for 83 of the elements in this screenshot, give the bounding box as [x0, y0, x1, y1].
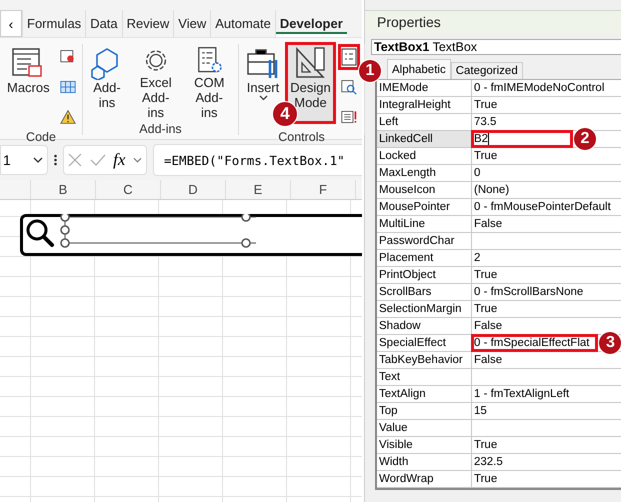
property-value[interactable]: False: [472, 318, 502, 334]
property-name[interactable]: Top: [377, 403, 472, 419]
name-box[interactable]: 1: [0, 145, 48, 175]
group-label: Code: [25, 130, 57, 144]
dialog-alert-icon: [341, 108, 357, 126]
ribbon-button[interactable]: Add-ins: [87, 44, 127, 122]
property-name[interactable]: Visible: [377, 437, 472, 453]
property-name[interactable]: ScrollBars: [377, 284, 472, 300]
property-value[interactable]: True: [472, 437, 498, 453]
property-value[interactable]: True: [472, 267, 498, 283]
property-value[interactable]: B2: [472, 131, 572, 147]
property-value[interactable]: 2: [472, 250, 480, 266]
chevron-icon: [33, 157, 43, 163]
property-name[interactable]: Left: [377, 114, 472, 130]
property-value[interactable]: True: [472, 97, 498, 113]
group-label: Controls: [277, 130, 326, 144]
column-header[interactable]: D: [161, 180, 226, 199]
property-name[interactable]: PrintObject: [377, 267, 472, 283]
column-header[interactable]: F: [291, 180, 356, 199]
caret-icon: [258, 95, 268, 101]
property-name[interactable]: Text: [377, 369, 472, 385]
property-name[interactable]: SelectionMargin: [377, 301, 472, 317]
insert-function-button[interactable]: fx: [113, 150, 126, 170]
ribbon-button[interactable]: Macros: [4, 44, 53, 122]
property-value[interactable]: 0 - fmScrollBarsNone: [472, 284, 584, 300]
property-value[interactable]: False: [472, 216, 502, 232]
properties-icon: [341, 48, 357, 66]
property-name[interactable]: Value: [377, 420, 472, 436]
property-name[interactable]: Shadow: [377, 318, 472, 334]
textbox-control[interactable]: [20, 214, 362, 256]
more-icon: [54, 154, 57, 166]
properties-tab[interactable]: Alphabetic: [387, 59, 451, 79]
property-value[interactable]: 0 - fmSpecialEffectFlat: [472, 335, 598, 351]
column-header[interactable]: C: [96, 180, 161, 199]
property-name[interactable]: MouseIcon: [377, 182, 472, 198]
property-value[interactable]: 0 - fmMousePointerDefault: [472, 199, 611, 215]
property-value[interactable]: True: [472, 148, 498, 164]
property-value[interactable]: 1 - fmTextAlignLeft: [472, 386, 570, 402]
warning-icon: [60, 108, 76, 126]
property-name[interactable]: TabKeyBehavior: [377, 352, 472, 368]
property-value[interactable]: True: [472, 471, 498, 487]
property-name[interactable]: Placement: [377, 250, 472, 266]
property-value[interactable]: 0 - fmIMEModeNoControl: [472, 80, 604, 96]
property-value[interactable]: 0: [472, 165, 480, 181]
property-name[interactable]: WordWrap: [377, 471, 472, 487]
property-name[interactable]: Locked: [377, 148, 472, 164]
property-name[interactable]: IntegralHeight: [377, 97, 472, 113]
object-selector[interactable]: TextBox1 TextBox: [371, 39, 621, 55]
column-header[interactable]: B: [31, 180, 96, 199]
property-name[interactable]: IMEMode: [377, 80, 472, 96]
column-header[interactable]: E: [226, 180, 291, 199]
window-title: Properties: [365, 10, 621, 33]
callout-badge: 4: [273, 102, 297, 126]
callout-badge: 1: [359, 60, 381, 82]
ribbon-tab[interactable]: Developer: [274, 10, 347, 37]
table-icon: [60, 79, 76, 95]
chevron-icon: [133, 157, 142, 163]
group-label: Add-ins: [138, 122, 183, 136]
search-icon: [341, 78, 357, 96]
property-name[interactable]: LinkedCell: [377, 131, 472, 147]
property-value[interactable]: (None): [472, 182, 510, 198]
ribbon-button[interactable]: COM Add-ins: [184, 44, 234, 122]
ribbon-small-button[interactable]: [338, 44, 360, 70]
property-name[interactable]: TextAlign: [377, 386, 472, 402]
callout-badge: 3: [599, 332, 621, 354]
property-value[interactable]: True: [472, 301, 498, 317]
ribbon-button[interactable]: Excel Add-ins: [131, 44, 180, 122]
properties-tab[interactable]: Categorized: [450, 62, 523, 79]
property-name[interactable]: PasswordChar: [377, 233, 472, 249]
property-name[interactable]: Width: [377, 454, 472, 470]
property-value[interactable]: 15: [472, 403, 487, 419]
property-value[interactable]: 73.5: [472, 114, 496, 130]
property-name[interactable]: MousePointer: [377, 199, 472, 215]
triangle-ruler-icon: [294, 46, 328, 80]
property-name[interactable]: MultiLine: [377, 216, 472, 232]
property-value[interactable]: False: [472, 352, 502, 368]
formula-field[interactable]: =EMBED("Forms.TextBox.1": [153, 144, 362, 176]
name-box-text: 1: [3, 152, 11, 168]
check-icon[interactable]: [90, 154, 106, 166]
callout-badge: 2: [574, 128, 596, 150]
property-value[interactable]: 232.5: [472, 454, 503, 470]
scroll-left-button[interactable]: ‹: [0, 10, 22, 37]
property-name[interactable]: MaxLength: [377, 165, 472, 181]
